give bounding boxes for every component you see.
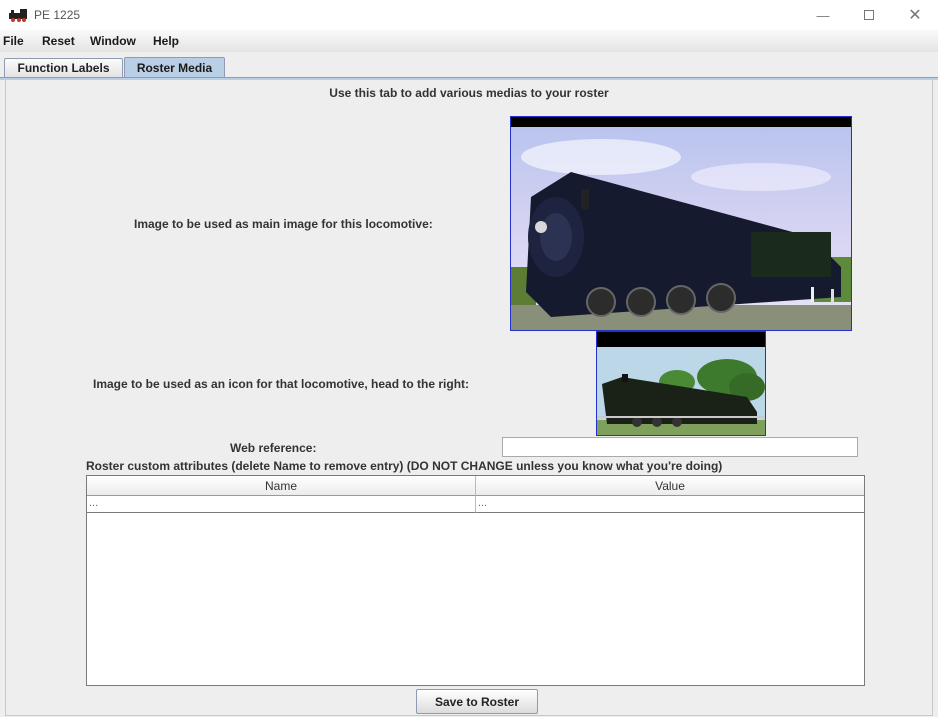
icon-locomotive-photo [597, 332, 765, 435]
main-locomotive-image[interactable] [510, 116, 852, 331]
tab-function-labels[interactable]: Function Labels [4, 58, 123, 77]
custom-attributes-table[interactable]: Name Value ... ... [86, 475, 865, 686]
close-icon: ✕ [908, 7, 922, 24]
column-header-value[interactable]: Value [476, 476, 864, 496]
menu-file[interactable]: File [3, 34, 24, 48]
column-header-name[interactable]: Name [87, 476, 476, 496]
main-image-label: Image to be used as main image for this … [134, 217, 433, 231]
web-reference-input[interactable] [502, 437, 858, 457]
menu-bar: File Reset Window Help [0, 30, 938, 52]
window-title: PE 1225 [34, 8, 81, 22]
table-cell-value[interactable]: ... [476, 496, 864, 513]
icon-locomotive-image[interactable] [596, 331, 766, 436]
title-bar: PE 1225 — ✕ [0, 0, 938, 30]
web-reference-label: Web reference: [230, 441, 317, 455]
close-button[interactable]: ✕ [892, 0, 938, 30]
main-locomotive-photo [511, 117, 851, 330]
maximize-icon [864, 10, 874, 20]
page-heading: Use this tab to add various medias to yo… [329, 86, 609, 100]
table-cell-name[interactable]: ... [87, 496, 476, 513]
maximize-button[interactable] [846, 0, 892, 30]
menu-window[interactable]: Window [90, 34, 136, 48]
minimize-button[interactable]: — [800, 0, 846, 30]
custom-attributes-label: Roster custom attributes (delete Name to… [86, 459, 723, 473]
menu-reset[interactable]: Reset [42, 34, 75, 48]
locomotive-app-icon [9, 9, 27, 22]
icon-image-label: Image to be used as an icon for that loc… [93, 377, 470, 391]
save-to-roster-button[interactable]: Save to Roster [416, 689, 538, 714]
minimize-icon: — [816, 7, 830, 23]
menu-help[interactable]: Help [153, 34, 179, 48]
tab-strip: Function Labels Roster Media [0, 56, 938, 78]
tab-roster-media[interactable]: Roster Media [124, 57, 225, 78]
